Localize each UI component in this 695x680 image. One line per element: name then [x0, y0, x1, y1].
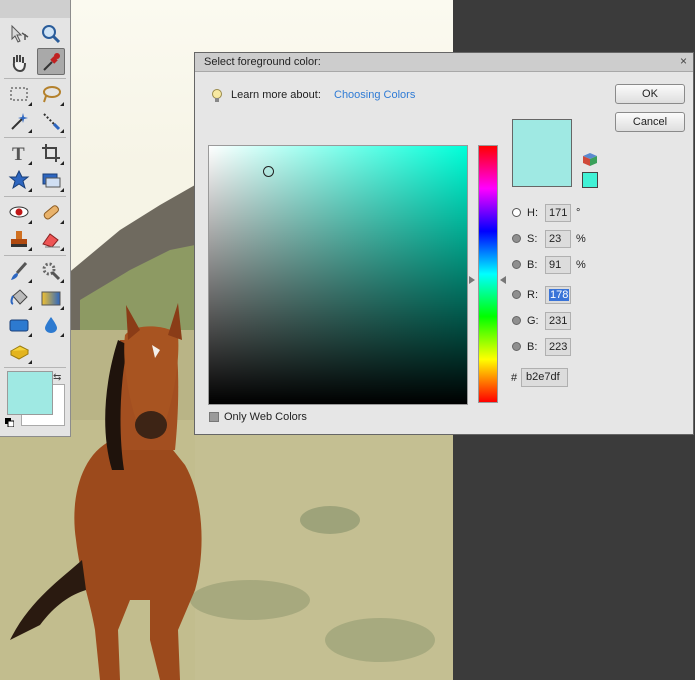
selection-brush-icon[interactable]	[37, 107, 65, 134]
saturation-unit: %	[576, 233, 586, 245]
smart-brush-icon[interactable]	[37, 257, 65, 284]
learn-more-label: Learn more about:	[231, 89, 321, 101]
brightness-label: B:	[527, 259, 538, 271]
hand-tool-icon[interactable]	[5, 48, 33, 75]
toolbox-divider	[4, 255, 66, 256]
cancel-button[interactable]: Cancel	[615, 112, 685, 132]
ok-button[interactable]: OK	[615, 84, 685, 104]
red-radio[interactable]	[512, 290, 521, 299]
color-field[interactable]	[208, 145, 468, 405]
shape-icon[interactable]	[5, 311, 33, 338]
toolbox-divider	[4, 196, 66, 197]
toolbox-divider	[4, 367, 66, 368]
dialog-title: Select foreground color:	[204, 56, 321, 68]
brush-icon[interactable]	[5, 257, 33, 284]
recompose-icon[interactable]	[37, 166, 65, 193]
magic-wand-icon[interactable]	[5, 107, 33, 134]
lasso-icon[interactable]	[37, 80, 65, 107]
choosing-colors-link[interactable]: Choosing Colors	[334, 89, 415, 101]
hue-field[interactable]: 171	[545, 204, 571, 222]
foreground-color-swatch[interactable]	[7, 371, 53, 415]
saturation-radio[interactable]	[512, 234, 521, 243]
toolbox-grip[interactable]	[0, 0, 70, 18]
blur-icon[interactable]	[37, 311, 65, 338]
green-radio[interactable]	[512, 316, 521, 325]
toolbox-divider	[4, 137, 66, 138]
green-label: G:	[527, 315, 539, 327]
web-safe-color-swatch[interactable]	[582, 172, 598, 188]
default-colors-icon[interactable]	[5, 418, 14, 427]
brightness-unit: %	[576, 259, 586, 271]
move-tool-icon[interactable]	[5, 20, 33, 47]
only-web-colors-checkbox[interactable]	[209, 412, 219, 422]
gradient-icon[interactable]	[37, 284, 65, 311]
hue-slider-arrow-left[interactable]	[469, 276, 475, 284]
blue-field[interactable]: 223	[545, 338, 571, 356]
paint-bucket-icon[interactable]	[5, 284, 33, 311]
toolbox: T ⇆	[0, 0, 71, 437]
color-field-picker[interactable]	[263, 166, 274, 177]
out-of-web-gamut-icon[interactable]	[583, 152, 598, 167]
toolbox-divider	[4, 78, 66, 79]
hue-unit: °	[576, 207, 581, 219]
hue-label: H:	[527, 207, 538, 219]
red-label: R:	[527, 289, 538, 301]
hue-slider-arrow-right[interactable]	[500, 276, 506, 284]
green-field[interactable]: 231	[545, 312, 571, 330]
cookie-cutter-icon[interactable]	[5, 166, 33, 193]
only-web-colors-label: Only Web Colors	[224, 411, 307, 423]
red-value: 178	[549, 289, 570, 301]
hue-radio[interactable]	[512, 208, 521, 217]
close-icon[interactable]: ×	[680, 54, 687, 68]
eyedropper-tool-icon[interactable]	[37, 48, 65, 75]
saturation-label: S:	[527, 233, 538, 245]
lightbulb-icon	[212, 89, 222, 102]
color-picker-dialog: Select foreground color: × Learn more ab…	[194, 52, 694, 435]
crop-icon[interactable]	[37, 139, 65, 166]
sponge-icon[interactable]	[5, 338, 33, 365]
hex-label: #	[511, 372, 518, 384]
type-icon[interactable]: T	[5, 139, 33, 166]
spot-healing-icon[interactable]	[37, 198, 65, 225]
dialog-titlebar[interactable]: Select foreground color: ×	[195, 53, 693, 72]
brightness-radio[interactable]	[512, 260, 521, 269]
svg-text:T: T	[12, 144, 25, 164]
zoom-tool-icon[interactable]	[37, 20, 65, 47]
hue-slider[interactable]	[478, 145, 498, 403]
blue-radio[interactable]	[512, 342, 521, 351]
current-color-preview	[512, 119, 572, 187]
eraser-icon[interactable]	[37, 225, 65, 252]
saturation-field[interactable]: 23	[545, 230, 571, 248]
swap-colors-icon[interactable]: ⇆	[53, 372, 61, 383]
rectangular-marquee-icon[interactable]	[5, 80, 33, 107]
brightness-field[interactable]: 91	[545, 256, 571, 274]
clone-stamp-icon[interactable]	[5, 225, 33, 252]
blue-label: B:	[527, 341, 538, 353]
red-field[interactable]: 178	[545, 286, 571, 304]
red-eye-icon[interactable]	[5, 198, 33, 225]
hex-field[interactable]: b2e7df	[521, 368, 568, 387]
